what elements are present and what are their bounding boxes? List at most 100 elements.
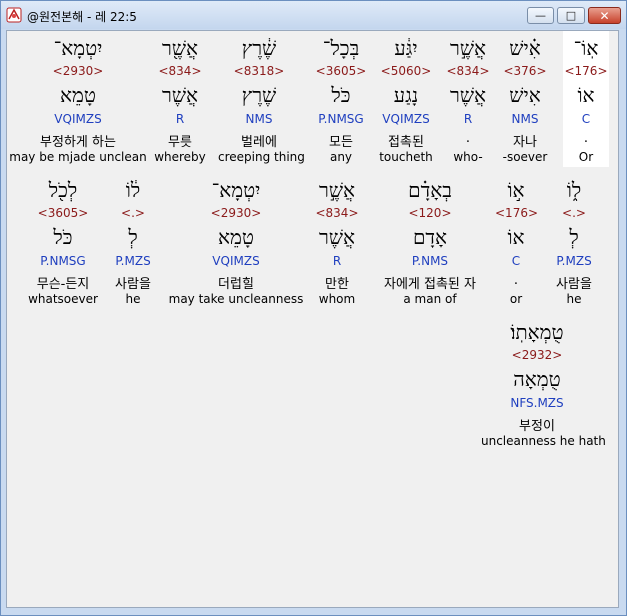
word-strong[interactable]: <834> — [152, 64, 208, 78]
word-strong[interactable]: <2932> — [481, 348, 593, 362]
word-morph[interactable]: P.NMSG — [311, 112, 371, 126]
word-morph[interactable]: P.NMSG — [15, 254, 111, 268]
word-eng: may take uncleanness — [168, 292, 304, 306]
word-morph[interactable]: C — [563, 112, 609, 126]
word-morph[interactable]: R — [307, 254, 367, 268]
word-heb: אִ֗ישׁ — [509, 36, 541, 60]
word-kor: . — [583, 131, 589, 146]
word-heb: ל֔וֹ — [125, 178, 141, 202]
word-lemma: לְ — [569, 225, 579, 249]
word-strong[interactable]: <2930> — [4, 64, 152, 78]
word-cell[interactable]: אִ֗ישׁ <376> אִישׁ NMS 자나 -soever — [499, 31, 551, 167]
word-heb: שֶׁ֔רֶץ — [241, 36, 277, 60]
word-heb: יִטְמָא־ — [211, 178, 261, 202]
minimize-button[interactable]: — — [527, 7, 554, 24]
word-heb: אֲשֶׁ֣ר — [319, 178, 355, 202]
word-cell[interactable]: יִטְמָא־ <2930> טָמֵא VQIMZS 부정하게 하는 may be m… — [4, 31, 152, 167]
word-kor: 무릇 — [168, 135, 192, 150]
word-lemma: טָמֵא — [218, 225, 254, 249]
word-strong[interactable]: <176> — [495, 206, 538, 220]
word-lemma: טָמֵא — [60, 83, 96, 107]
word-morph[interactable]: NMS — [218, 112, 300, 126]
word-heb: אֽוֹ־ — [573, 36, 599, 60]
word-strong[interactable]: <5060> — [374, 64, 438, 78]
word-eng: he — [566, 292, 582, 306]
word-kor: 자에게 접촉된 자 — [384, 277, 476, 292]
word-lemma: שֶׁרֶץ — [241, 83, 277, 107]
word-strong[interactable]: <3605> — [311, 64, 371, 78]
word-cell[interactable]: יִגַּ֔ע <5060> נָגַע VQIMZS 접촉된 toucheth — [374, 31, 438, 167]
word-eng: he — [125, 292, 141, 306]
word-strong[interactable]: <176> — [563, 64, 609, 78]
word-kor: 부정이 — [519, 419, 555, 434]
word-lemma: טֻמְאָה — [513, 367, 561, 391]
word-heb: בְאָדָ֗ם — [408, 178, 452, 202]
word-heb: אֲשֶׁ֣ר — [450, 36, 486, 60]
word-cell[interactable]: אֲשֶׁ֣ר <834> אֲשֶׁר R. who- — [442, 31, 494, 167]
word-kor: 자나 — [513, 135, 537, 150]
word-kor: 모든 — [329, 135, 353, 150]
word-morph[interactable]: VQIMZS — [4, 112, 152, 126]
word-kor: 접촉된 — [388, 135, 424, 150]
word-lemma: אָדָם — [412, 225, 448, 249]
word-kor: . — [465, 131, 471, 146]
word-morph[interactable]: NFS.MZS — [481, 396, 593, 410]
word-heb: יִגַּ֔ע — [394, 36, 418, 60]
word-kor: 사람을 — [556, 277, 592, 292]
word-lemma: אֲשֶׁר — [162, 83, 198, 107]
word-eng: toucheth — [379, 150, 433, 164]
word-morph[interactable]: P.MZS — [553, 254, 595, 268]
word-morph[interactable]: R — [152, 112, 208, 126]
word-cell[interactable]: בְּכָל־ <3605> כֹּל P.NMSG 모든 any — [311, 31, 371, 167]
word-cell[interactable]: בְאָדָ֗ם <120> אָדָם P.NMS 자에게 접촉된 자a man of — [365, 173, 495, 309]
word-cell[interactable]: ל֔וֹ <.> לְ P.MZS 사람을 he — [110, 173, 156, 309]
word-kor: . — [513, 273, 519, 288]
close-button[interactable]: ✕ — [588, 7, 621, 24]
word-kor: 만한 — [325, 277, 349, 292]
word-strong[interactable]: <3605> — [15, 206, 111, 220]
word-morph[interactable]: NMS — [499, 112, 551, 126]
word-strong[interactable]: <834> — [307, 206, 367, 220]
word-eng: uncleanness he hath — [481, 434, 606, 448]
word-strong[interactable]: <834> — [442, 64, 494, 78]
interlinear-panel[interactable]: אֽוֹ־ <176> אוֹ C. Or אִ֗ישׁ <376> אִישׁ NMS 자나 -s… — [6, 30, 619, 608]
word-kor: 벌레에 — [241, 135, 277, 150]
word-cell[interactable]: ל֑וֹ <.> לְ P.MZS 사람을 he — [553, 173, 595, 309]
word-morph[interactable]: R — [442, 112, 494, 126]
word-lemma: אוֹ — [577, 83, 595, 107]
app-icon — [6, 7, 22, 23]
word-morph[interactable]: VQIMZS — [374, 112, 438, 126]
word-strong[interactable]: <376> — [499, 64, 551, 78]
word-eng: a man of — [403, 292, 457, 306]
word-lemma: נָגַע — [393, 83, 419, 107]
word-strong[interactable]: <.> — [110, 206, 156, 220]
word-lemma: אֲשֶׁר — [450, 83, 486, 107]
word-morph[interactable]: P.MZS — [110, 254, 156, 268]
word-morph[interactable]: C — [495, 254, 537, 268]
word-cell[interactable]: אֲשֶׁ֣ר <834> אֲשֶׁר R 만한 whom — [307, 173, 367, 309]
word-cell[interactable]: אֲשֶׁ֖ר <834> אֲשֶׁר R 무릇 whereby — [152, 31, 208, 167]
word-cell[interactable]: יִטְמָא־ <2930> טָמֵא VQIMZS 더럽힐 may take unc… — [161, 173, 311, 309]
word-heb: אֲשֶׁ֖ר — [162, 36, 198, 60]
word-eng: Or — [578, 150, 594, 164]
title-bar[interactable]: @원전본해 - 레 22:5 — □ ✕ — [1, 1, 626, 29]
word-eng: may be mjade unclean — [9, 150, 147, 164]
word-heb: יִטְמָא־ — [53, 36, 103, 60]
maximize-button[interactable]: □ — [557, 7, 585, 24]
word-kor: 무슨-든지 — [36, 277, 90, 292]
word-strong[interactable]: <8318> — [218, 64, 300, 78]
word-cell[interactable]: לְכֹ֖ל <3605> כֹּל P.NMSG 무슨-든지 whatsoever — [15, 173, 111, 309]
word-cell[interactable]: אֽוֹ־ <176> אוֹ C. Or — [563, 31, 609, 167]
word-eng: who- — [453, 150, 483, 164]
word-eng: any — [329, 150, 353, 164]
word-strong[interactable]: <.> — [553, 206, 595, 220]
word-eng: whereby — [154, 150, 206, 164]
word-strong[interactable]: <2930> — [161, 206, 311, 220]
word-morph[interactable]: VQIMZS — [161, 254, 311, 268]
word-cell[interactable]: א֣וֹ <176> אוֹ C. or — [495, 173, 538, 309]
word-cell[interactable]: שֶׁ֔רֶץ <8318> שֶׁרֶץ NMS 벌레에 creeping thing — [218, 31, 305, 167]
word-morph[interactable]: P.NMS — [365, 254, 495, 268]
word-strong[interactable]: <120> — [365, 206, 495, 220]
word-kor: 사람을 — [115, 277, 151, 292]
word-cell[interactable]: טֻמְאָתֽוֹ׃ <2932> טֻמְאָה NFS.MZS 부정이 unclea… — [481, 315, 606, 451]
